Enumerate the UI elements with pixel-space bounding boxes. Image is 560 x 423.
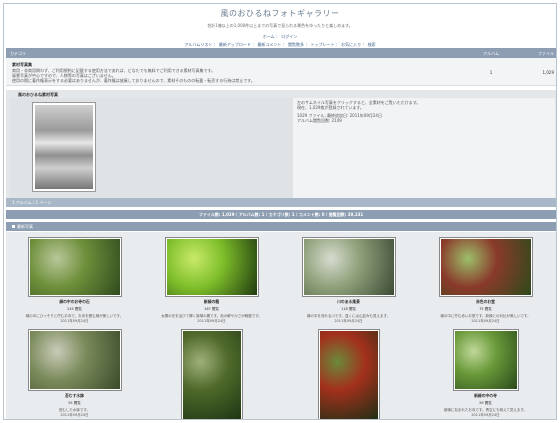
photo-thumbnail[interactable] bbox=[27, 329, 122, 391]
bullet-icon bbox=[12, 225, 15, 228]
album-thumbnail-image bbox=[35, 105, 93, 189]
photo-caption[interactable]: 新緑の中の寺 bbox=[417, 393, 554, 399]
photo-card: 川のある風景 118 閲覧 緑の中を流れる川です。遠くには山並みも見えます。 2011… bbox=[280, 232, 417, 324]
site-header: 風のおひるねフォトギャラリー 合計1億以上の1,000件以上までの写真で見られる… bbox=[4, 4, 556, 48]
album-thumbnail[interactable] bbox=[32, 102, 96, 192]
latest-photos-grid: 緑の中のお寺の石 245 閲覧緑の中にひっそりと佇むお寺で、お寺を囲む緑が美しいで… bbox=[6, 232, 556, 419]
photo-caption[interactable]: 緑の中のお寺の石 bbox=[6, 299, 143, 305]
photo-views: 118 閲覧 bbox=[341, 307, 356, 311]
gallery-stats: ファイル数: 1,029 / アルバム数: 1 / カテゴリ数: 1 / コメン… bbox=[6, 210, 556, 219]
photo-views: 75 閲覧 bbox=[479, 307, 492, 311]
header-files: ファイル bbox=[538, 51, 554, 56]
photo-image bbox=[166, 239, 257, 295]
photo-note: 新緑に包まれたお寺です。青空にも映えて見えます。 bbox=[443, 408, 528, 412]
photo-date: 2011年09月24日 bbox=[60, 413, 89, 417]
photo-note: 苔むした水鉢です。 bbox=[58, 408, 91, 412]
photo-image bbox=[454, 331, 517, 389]
latest-photos-header: 最新写真 bbox=[6, 222, 556, 231]
photo-image bbox=[440, 239, 531, 295]
photo-card: 赤色のお堂 75 閲覧 緑の中に佇む赤いお堂です。新緑との対比が美しいです。 2011… bbox=[417, 232, 554, 324]
category-description: 商用・非商用問わず、ご利用規約に記載する使用方法であれば、どなたでも無料でご利用… bbox=[12, 68, 442, 83]
photo-note: 太陽の光を浴びて輝く新緑の楓です。色の鮮やかさが綺麗です。 bbox=[161, 314, 262, 318]
photo-thumbnail[interactable] bbox=[452, 329, 519, 391]
photo-image bbox=[29, 239, 120, 295]
photo-note: 緑の中を流れる川です。遠くには山並みも見えます。 bbox=[306, 314, 391, 318]
photo-thumbnail[interactable] bbox=[438, 237, 533, 297]
photo-thumbnail[interactable] bbox=[180, 329, 243, 419]
photo-note: 緑の中にひっそりと佇むお寺で、お寺を囲む緑が美しいです。 bbox=[25, 314, 124, 318]
photo-card: 苔むす水鉢 55 閲覧苔むした水鉢です。 2011年09月24日 bbox=[6, 324, 143, 418]
photo-image bbox=[303, 239, 394, 295]
category-table-header: カテゴリ アルバム ファイル bbox=[6, 48, 556, 58]
photo-thumbnail[interactable] bbox=[301, 237, 396, 297]
photo-card: 緑の中の山門 bbox=[143, 324, 280, 419]
category-desc-line: 使用の際に著作権表示をする必要はありませんが、著作権は放棄しておりませんので、素… bbox=[12, 78, 255, 83]
photo-card: 新緑の中の寺 59 閲覧新緑に包まれたお寺です。青空にも映えて見えます。 2011年… bbox=[417, 324, 554, 418]
category-table: カテゴリ アルバム ファイル 素材写真集 商用・非商用問わず、ご利用規約に記載す… bbox=[6, 48, 556, 86]
category-file-count: 1,029 bbox=[542, 70, 554, 75]
album-info: 左のサムネイル写真をクリックすると、全素材をご覧いただけます。 現在、1,029… bbox=[293, 98, 555, 198]
photo-thumbnail[interactable] bbox=[164, 237, 259, 297]
photo-card: 緑の中のお寺の石 245 閲覧緑の中にひっそりと佇むお寺で、お寺を囲む緑が美しいで… bbox=[6, 232, 143, 324]
photo-date: 2011年09月24日 bbox=[471, 413, 500, 417]
category-album-count: 1 bbox=[489, 70, 493, 75]
photo-caption[interactable]: 苔むす水鉢 bbox=[6, 393, 143, 399]
photo-thumbnail[interactable] bbox=[317, 329, 380, 419]
photo-views: 245 閲覧 bbox=[67, 307, 82, 311]
photo-card: 赤い鳥居 bbox=[280, 324, 417, 419]
site-description: 合計1億以上の1,000件以上までの写真で見られる景色をゆったりと楽しめます。 bbox=[207, 23, 353, 28]
photo-views: 55 閲覧 bbox=[68, 401, 81, 405]
photo-views: 59 閲覧 bbox=[479, 401, 492, 405]
photo-caption[interactable]: 川のある風景 bbox=[280, 299, 417, 305]
header-category: カテゴリ bbox=[10, 51, 26, 56]
album-block: 風のおひるね素材写真 左のサムネイル写真をクリックすると、全素材をご覧いただけま… bbox=[6, 90, 556, 198]
photo-caption[interactable]: 赤色のお堂 bbox=[417, 299, 554, 305]
album-info-line: 現在、1,029枚が登録されています。 bbox=[297, 105, 364, 110]
header-albums: アルバム bbox=[483, 51, 499, 56]
category-row: 素材写真集 商用・非商用問わず、ご利用規約に記載する使用方法であれば、どなたでも… bbox=[6, 58, 556, 86]
photo-image bbox=[29, 331, 120, 389]
page-frame: 風のおひるねフォトギャラリー 合計1億以上の1,000件以上までの写真で見られる… bbox=[3, 3, 557, 420]
photo-thumbnail[interactable] bbox=[27, 237, 122, 297]
photo-note: 緑の中に佇む赤いお堂です。新緑との対比が美しいです。 bbox=[440, 314, 531, 318]
user-nav[interactable]: ホーム ： ログイン bbox=[4, 34, 556, 40]
latest-photos-title: 最新写真 bbox=[17, 224, 33, 229]
album-info-line: アルバム閲覧回数: 2149 bbox=[297, 118, 342, 123]
photo-image bbox=[182, 331, 241, 419]
album-thumb-area bbox=[10, 98, 295, 198]
album-title[interactable]: 風のおひるね素材写真 bbox=[8, 90, 293, 98]
site-title[interactable]: 風のおひるねフォトギャラリー bbox=[4, 8, 556, 19]
photo-caption[interactable]: 新緑の楓 bbox=[143, 299, 280, 305]
photo-image bbox=[319, 331, 378, 419]
pager-bar[interactable]: 1 アルバム / 1 ページ bbox=[6, 198, 556, 207]
photo-views: 167 閲覧 bbox=[204, 307, 219, 311]
photo-card: 新緑の楓 167 閲覧 太陽の光を浴びて輝く新緑の楓です。色の鮮やかさが綺麗です。 2… bbox=[143, 232, 280, 324]
